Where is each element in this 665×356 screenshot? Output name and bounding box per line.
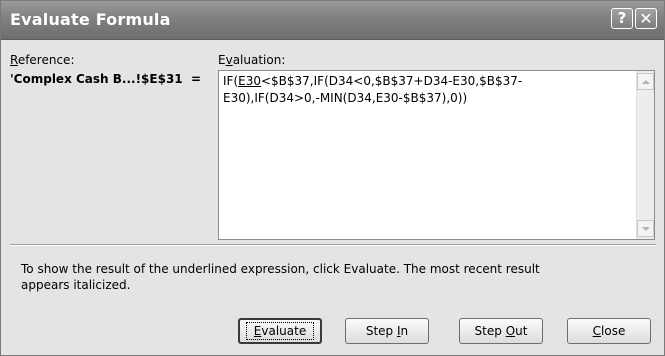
- divider: [10, 244, 656, 246]
- dialog-title: Evaluate Formula: [10, 10, 171, 29]
- vertical-scrollbar[interactable]: [636, 71, 654, 239]
- scroll-down-button[interactable]: [637, 220, 654, 237]
- info-text: To show the result of the underlined exp…: [21, 262, 540, 292]
- close-window-button[interactable]: ✕: [635, 8, 657, 29]
- reference-label: Reference:: [10, 53, 75, 67]
- evaluate-button[interactable]: Evaluate: [238, 318, 322, 344]
- evaluation-label: Evaluation:: [218, 53, 286, 67]
- step-out-button[interactable]: Step Out: [459, 318, 543, 344]
- evaluate-formula-dialog: Evaluate Formula ? ✕ Reference: 'Complex…: [0, 0, 665, 356]
- underlined-expression: E30: [238, 74, 261, 88]
- step-in-button[interactable]: Step In: [345, 318, 429, 344]
- evaluation-formula: IF(E30<$B$37,IF(D34<0,$B$37+D34-E30,$B$3…: [223, 74, 523, 105]
- close-icon: ✕: [639, 9, 653, 28]
- help-button[interactable]: ?: [611, 8, 633, 29]
- help-icon: ?: [617, 9, 627, 27]
- evaluation-box[interactable]: IF(E30<$B$37,IF(D34<0,$B$37+D34-E30,$B$3…: [218, 70, 655, 240]
- scroll-up-arrow-icon: [642, 80, 650, 84]
- close-button[interactable]: Close: [567, 318, 651, 344]
- scroll-down-arrow-icon: [642, 227, 650, 231]
- scroll-up-button[interactable]: [637, 73, 654, 90]
- reference-value: 'Complex Cash B...!$E$31 =: [10, 72, 202, 86]
- title-bar[interactable]: Evaluate Formula ? ✕: [1, 1, 664, 40]
